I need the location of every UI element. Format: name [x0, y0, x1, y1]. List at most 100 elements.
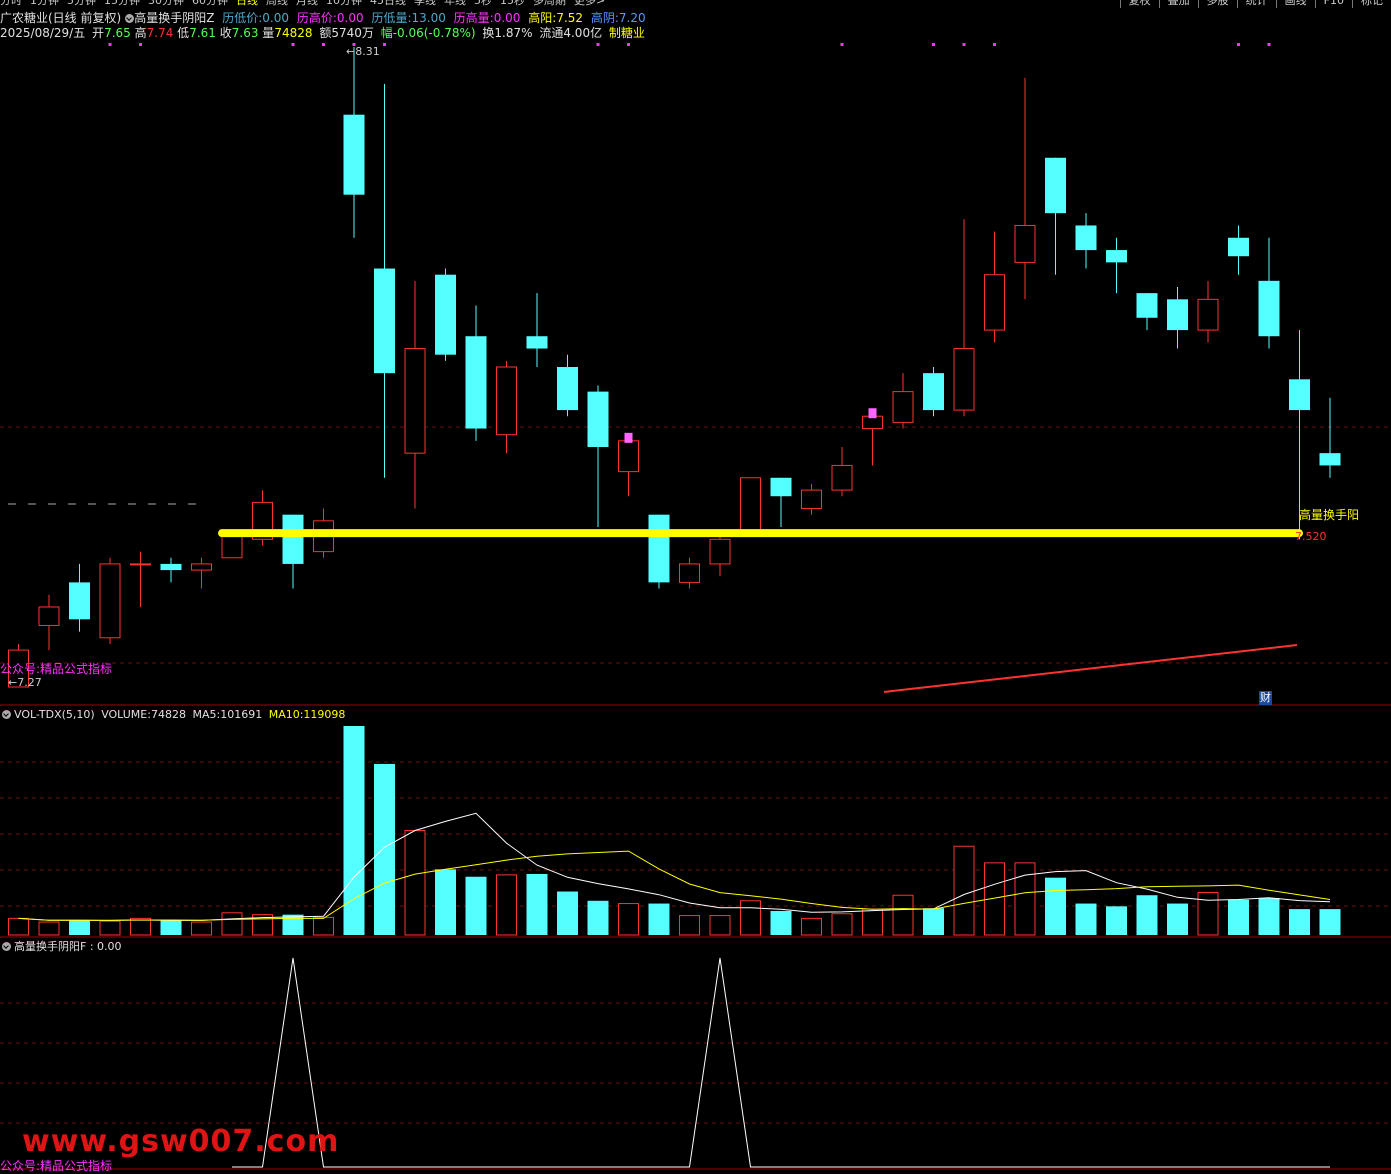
- signal-marker: [868, 408, 877, 419]
- volume-bar: [1197, 891, 1219, 936]
- volume-header: VOL-TDX(5,10) VOLUME:74828 MA5:101691 MA…: [0, 708, 345, 722]
- level-value: 7.520: [1295, 530, 1327, 543]
- volume-bar: [526, 873, 548, 935]
- volume-bar: [1136, 895, 1158, 935]
- volume-bar: [1167, 903, 1188, 935]
- candle-body: [343, 114, 365, 195]
- volume-bar: [1289, 909, 1310, 935]
- candle-body: [374, 268, 395, 374]
- indicator-panel: [232, 957, 1330, 1168]
- ma10-label: MA10:: [268, 708, 304, 721]
- min-price-value: 7.27: [17, 676, 42, 689]
- signal-dot: [962, 43, 966, 46]
- trend-line: [883, 644, 1298, 693]
- candle-body: [1319, 453, 1341, 466]
- ma10-value: 119098: [303, 708, 346, 721]
- volume-bar: [160, 920, 182, 935]
- candle-body: [282, 514, 304, 564]
- watermark-note: 公众号:精品公式指标: [0, 1159, 113, 1173]
- volume-bar: [1075, 903, 1097, 935]
- candle-body: [1289, 379, 1310, 411]
- indicator-value: : 0.00: [89, 940, 122, 953]
- candle-body: [130, 563, 151, 566]
- candle-body: [1197, 298, 1219, 331]
- dropdown-chevron-icon[interactable]: [2, 942, 11, 951]
- volume-bar: [831, 913, 853, 936]
- volume-bar: [313, 916, 334, 936]
- volume-bar: [953, 845, 975, 936]
- signal-marker: [624, 432, 633, 443]
- candle-body: [465, 336, 487, 429]
- candle-body: [1106, 250, 1127, 263]
- candle-body: [953, 348, 975, 411]
- volume-bar: [1228, 899, 1249, 935]
- volume-bar: [435, 869, 456, 935]
- max-price-value: 8.31: [355, 45, 380, 58]
- indicator-header: 高量换手阴阳F : 0.00: [0, 940, 122, 954]
- ma5-value: 101691: [220, 708, 263, 721]
- volume-bar: [740, 900, 761, 936]
- candle-body: [1075, 225, 1097, 251]
- signal-dot: [627, 43, 630, 46]
- signal-dot: [932, 43, 935, 46]
- candle-body: [1228, 237, 1249, 257]
- volume-bar: [709, 915, 731, 936]
- volume-bar: [557, 891, 578, 935]
- cai-badge[interactable]: 财: [1259, 691, 1272, 705]
- volume-bar: [282, 914, 304, 935]
- watermark: www.gsw007.com: [22, 1124, 340, 1159]
- candle-body: [740, 477, 761, 534]
- volume-bar: [648, 903, 670, 935]
- signal-dot: [291, 43, 295, 46]
- ma5-label: MA5:: [192, 708, 221, 721]
- min-price-label: ←7.27: [8, 676, 42, 689]
- candle-body: [69, 582, 90, 620]
- candle-body: [709, 538, 731, 565]
- price-panel: [8, 43, 1341, 693]
- dropdown-chevron-icon[interactable]: [2, 710, 11, 719]
- volume-label: VOLUME:: [101, 708, 151, 721]
- volume-bar: [69, 920, 90, 935]
- candle-body: [1258, 280, 1280, 337]
- volume-bar: [374, 763, 395, 935]
- volume-bar: [465, 876, 487, 935]
- candle-body: [160, 563, 182, 571]
- volume-title[interactable]: VOL-TDX(5,10): [14, 708, 95, 721]
- max-price-label: ←8.31: [346, 45, 380, 58]
- candle-body: [984, 274, 1005, 331]
- volume-bar: [679, 915, 700, 936]
- signal-dot: [139, 43, 142, 46]
- candle-body: [679, 563, 700, 583]
- candle-body: [496, 366, 517, 436]
- volume-value: 74828: [150, 708, 186, 721]
- candle-body: [648, 514, 670, 583]
- volume-bar: [801, 917, 822, 936]
- candle-body: [404, 348, 426, 454]
- signal-dot: [108, 43, 112, 46]
- volume-bar: [1014, 862, 1036, 936]
- candle-body: [526, 336, 548, 349]
- candle-body: [435, 274, 456, 355]
- indicator-title[interactable]: 高量换手阴阳F: [14, 940, 86, 953]
- candle-body: [1045, 157, 1066, 214]
- volume-bar: [1045, 877, 1066, 935]
- signal-dot: [993, 43, 996, 46]
- candle-body: [38, 606, 60, 626]
- candle-body: [557, 367, 578, 411]
- volume-bar: [1258, 898, 1280, 935]
- chart-canvas[interactable]: [0, 0, 1391, 1173]
- signal-dot: [322, 43, 325, 46]
- candle-body: [618, 440, 639, 473]
- candle-body: [191, 563, 212, 571]
- candle-body: [99, 563, 121, 639]
- candle-body: [801, 489, 822, 510]
- volume-bar: [587, 900, 609, 935]
- volume-panel: [8, 726, 1341, 936]
- volume-bar: [1106, 906, 1127, 935]
- ma5-line: [18, 812, 1331, 921]
- volume-bar: [923, 908, 944, 935]
- volume-bar: [38, 921, 60, 936]
- volume-bar: [892, 894, 914, 936]
- volume-bar: [496, 874, 517, 936]
- signal-dot: [596, 43, 600, 46]
